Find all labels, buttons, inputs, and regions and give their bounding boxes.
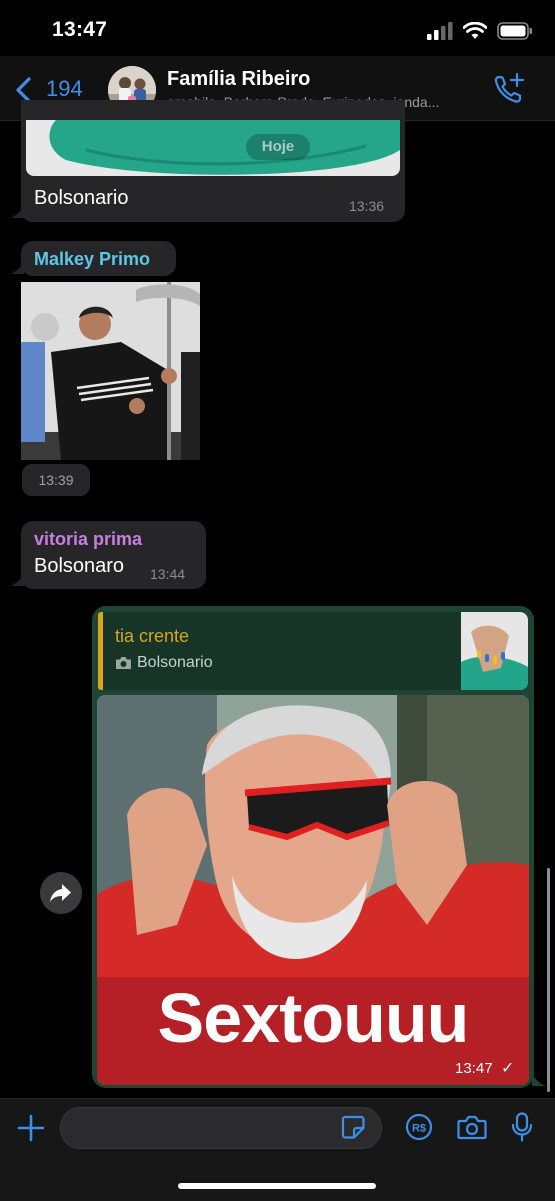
bubble-tail-icon xyxy=(10,262,24,274)
home-indicator xyxy=(178,1183,376,1189)
signal-icon xyxy=(427,22,453,40)
forward-button[interactable] xyxy=(40,872,82,914)
camera-icon[interactable] xyxy=(457,1114,487,1140)
message-time: 13:44 xyxy=(150,566,186,582)
message-time: 13:36 xyxy=(349,198,385,214)
bubble-tail-icon xyxy=(532,1074,546,1086)
quoted-text: Bolsonario xyxy=(137,654,213,671)
wifi-icon xyxy=(463,22,487,39)
svg-text:R$: R$ xyxy=(412,1123,426,1135)
add-call-icon[interactable] xyxy=(492,72,526,106)
chat-title[interactable]: Família Ribeiro xyxy=(167,68,310,91)
quote-accent-bar xyxy=(98,612,103,690)
message-time: 13:39 xyxy=(22,464,90,496)
bubble-tail-icon xyxy=(10,574,24,586)
sender-name[interactable]: vitoria prima xyxy=(34,529,142,550)
meme-caption: Sextouuu xyxy=(157,979,470,1057)
back-unread-count[interactable]: 194 xyxy=(46,76,83,102)
message-text: Bolsonario xyxy=(34,187,129,209)
quoted-sender: tia crente xyxy=(115,626,190,646)
battery-icon xyxy=(497,22,532,40)
status-time: 13:47 xyxy=(52,18,108,41)
bubble-tail-icon xyxy=(10,206,24,218)
status-icons xyxy=(427,20,533,42)
message-time: 13:47 xyxy=(455,1060,493,1077)
plus-icon[interactable] xyxy=(17,1114,45,1142)
read-status-icon: ✓ xyxy=(501,1060,515,1077)
quoted-thumbnail[interactable] xyxy=(461,612,528,690)
camera-icon xyxy=(116,657,131,669)
date-pill: Hoje xyxy=(246,134,310,160)
microphone-icon[interactable] xyxy=(511,1112,533,1142)
message-image[interactable] xyxy=(26,120,400,176)
payment-icon[interactable]: R$ xyxy=(405,1113,433,1141)
message-input[interactable] xyxy=(60,1107,382,1149)
message-photo[interactable] xyxy=(21,282,200,460)
forward-icon xyxy=(50,884,71,902)
sender-name[interactable]: Malkey Primo xyxy=(34,249,150,270)
sticker-icon[interactable] xyxy=(340,1114,366,1140)
scroll-indicator[interactable] xyxy=(547,868,550,1092)
message-text: Bolsonaro xyxy=(34,555,125,577)
